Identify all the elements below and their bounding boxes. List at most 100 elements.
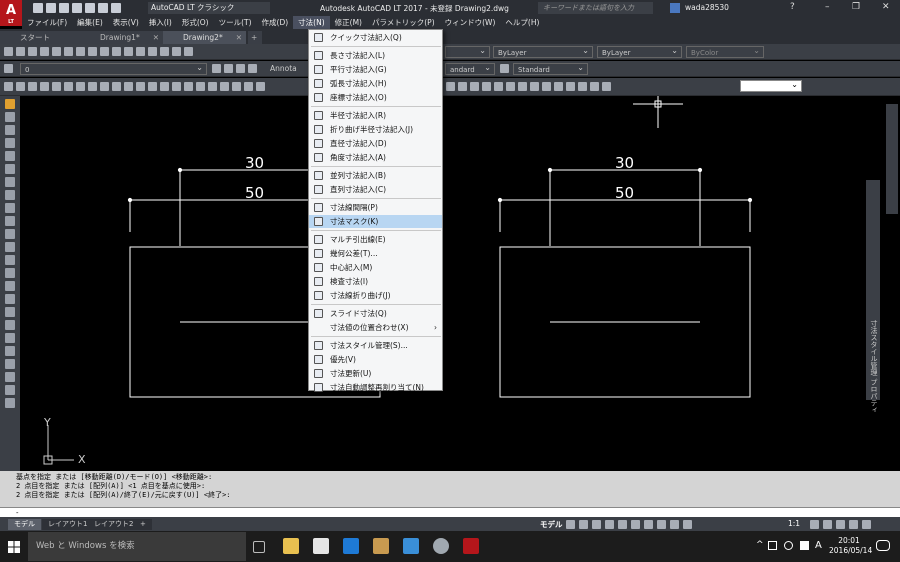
menu-tolerance[interactable]: 幾何公差(T)... — [309, 247, 442, 260]
arc-icon[interactable] — [28, 82, 37, 91]
point-tool-icon[interactable] — [5, 255, 15, 265]
menu-aligned[interactable]: 平行寸法記入(G) — [309, 63, 442, 76]
otrack-icon[interactable] — [482, 82, 491, 91]
layer-combo[interactable]: 0 — [20, 62, 207, 75]
snap-icon[interactable] — [579, 520, 588, 529]
ie-icon[interactable] — [403, 538, 419, 554]
auto-scale-icon[interactable] — [683, 520, 692, 529]
edge-icon[interactable] — [343, 538, 359, 554]
revcloud-icon[interactable] — [5, 190, 15, 200]
dimbaseline-icon[interactable] — [244, 82, 253, 91]
table-style-icon[interactable] — [500, 64, 509, 73]
task-view-icon[interactable] — [253, 541, 265, 553]
menu-center-mark[interactable]: 中心記入(M) — [309, 261, 442, 274]
mtext-icon[interactable] — [160, 82, 169, 91]
help-icon[interactable]: ? — [790, 2, 795, 12]
minimize-icon[interactable]: – — [825, 2, 830, 12]
system-clock[interactable]: 20:01 2016/05/14 — [829, 536, 872, 556]
menu-insert[interactable]: 挿入(I) — [144, 16, 177, 29]
table-insert-icon[interactable] — [5, 398, 15, 408]
dimordinate-icon[interactable] — [232, 82, 241, 91]
rectangle-tool-icon[interactable] — [5, 151, 15, 161]
ellipse-tool-icon[interactable] — [5, 216, 15, 226]
save-icon[interactable] — [59, 3, 69, 13]
zoom-icon[interactable] — [148, 47, 157, 56]
undo-icon[interactable] — [112, 47, 121, 56]
menu-multileader[interactable]: マルチ引出線(E) — [309, 233, 442, 246]
isolate-icon[interactable] — [578, 82, 587, 91]
clean-screen-status-icon[interactable] — [849, 520, 858, 529]
menu-continue[interactable]: 直列寸法記入(C) — [309, 183, 442, 196]
annotation-visibility-icon[interactable] — [670, 520, 679, 529]
menu-file[interactable]: ファイル(F) — [22, 16, 72, 29]
customization-icon[interactable] — [862, 520, 871, 529]
taskbar-search-input[interactable]: Web と Windows を検索 — [28, 532, 246, 561]
menu-modify[interactable]: 修正(M) — [330, 16, 367, 29]
menu-diameter[interactable]: 直径寸法記入(D) — [309, 137, 442, 150]
drawing-canvas[interactable]: 30 50 30 50 Y X — [20, 96, 886, 471]
menu-ordinate[interactable]: 座標寸法記入(O) — [309, 91, 442, 104]
menu-oblique[interactable]: スライド寸法(Q) — [309, 307, 442, 320]
table-icon[interactable] — [100, 82, 109, 91]
tab-model[interactable]: モデル — [8, 519, 41, 530]
windows-start-icon[interactable] — [8, 541, 20, 553]
color-combo[interactable] — [740, 79, 802, 92]
hatch-tool-icon[interactable] — [5, 268, 15, 278]
action-center-icon[interactable] — [876, 540, 890, 551]
menu-override[interactable]: 優先(V) — [309, 353, 442, 366]
circle-icon[interactable] — [40, 82, 49, 91]
menu-jogged-linear[interactable]: 寸法線折り曲げ(J) — [309, 289, 442, 302]
menu-help[interactable]: ヘルプ(H) — [500, 16, 544, 29]
new-tab-button[interactable]: + — [248, 31, 262, 44]
pan-icon[interactable] — [136, 47, 145, 56]
menu-align-text[interactable]: 寸法値の位置合わせ(X) › — [309, 321, 442, 334]
tab-drawing2[interactable]: Drawing2* ✕ — [163, 31, 246, 44]
grid-icon[interactable] — [566, 520, 575, 529]
print-icon[interactable] — [40, 47, 49, 56]
copy-icon[interactable] — [76, 47, 85, 56]
match-icon[interactable] — [100, 47, 109, 56]
network-icon[interactable] — [768, 541, 777, 550]
redo-icon[interactable] — [111, 3, 121, 13]
file-explorer-icon[interactable] — [283, 538, 299, 554]
user-name[interactable]: wada28530 — [685, 3, 729, 12]
layer-states-icon[interactable] — [236, 64, 245, 73]
table-style-combo[interactable]: Standard — [513, 62, 588, 75]
spline-icon[interactable] — [5, 203, 15, 213]
annotation-icon[interactable] — [554, 82, 563, 91]
units-icon[interactable] — [836, 520, 845, 529]
menu-dimension[interactable]: 寸法(N) — [293, 16, 330, 29]
new-icon[interactable] — [33, 3, 43, 13]
new-icon[interactable] — [4, 47, 13, 56]
dimangular-icon[interactable] — [196, 82, 205, 91]
lineweight-status-icon[interactable] — [644, 520, 653, 529]
insert-icon[interactable] — [124, 82, 133, 91]
tab-layout1[interactable]: レイアウト1 — [42, 519, 94, 530]
menu-jogged-radius[interactable]: 折り曲げ半径寸法記入(J) — [309, 123, 442, 136]
ellipse-icon[interactable] — [76, 82, 85, 91]
menu-dim-space[interactable]: 寸法線間隔(P) — [309, 201, 442, 214]
menu-arc-length[interactable]: 弧長寸法記入(H) — [309, 77, 442, 90]
menu-parametric[interactable]: パラメトリック(P) — [367, 16, 440, 29]
menu-view[interactable]: 表示(V) — [108, 16, 144, 29]
undo-icon[interactable] — [98, 3, 108, 13]
quick-props-icon[interactable] — [542, 82, 551, 91]
menu-dim-style[interactable]: 寸法スタイル管理(S)... — [309, 339, 442, 352]
isodraft-icon[interactable] — [618, 520, 627, 529]
open-icon[interactable] — [16, 47, 25, 56]
redo-icon[interactable] — [124, 47, 133, 56]
close-icon[interactable]: ✕ — [153, 31, 159, 44]
design-center-icon[interactable] — [184, 47, 193, 56]
gradient-icon[interactable] — [5, 281, 15, 291]
menu-radius[interactable]: 半径寸法記入(R) — [309, 109, 442, 122]
make-block-icon[interactable] — [5, 242, 15, 252]
arc-tool-icon[interactable] — [5, 164, 15, 174]
dimdiameter-icon[interactable] — [220, 82, 229, 91]
region-tool-icon[interactable] — [5, 294, 15, 304]
polar-status-icon[interactable] — [605, 520, 614, 529]
clean-screen-icon[interactable] — [602, 82, 611, 91]
dimcontinue-icon[interactable] — [256, 82, 265, 91]
hardware-icon[interactable] — [590, 82, 599, 91]
hatch-icon[interactable] — [88, 82, 97, 91]
store-icon[interactable] — [313, 538, 329, 554]
